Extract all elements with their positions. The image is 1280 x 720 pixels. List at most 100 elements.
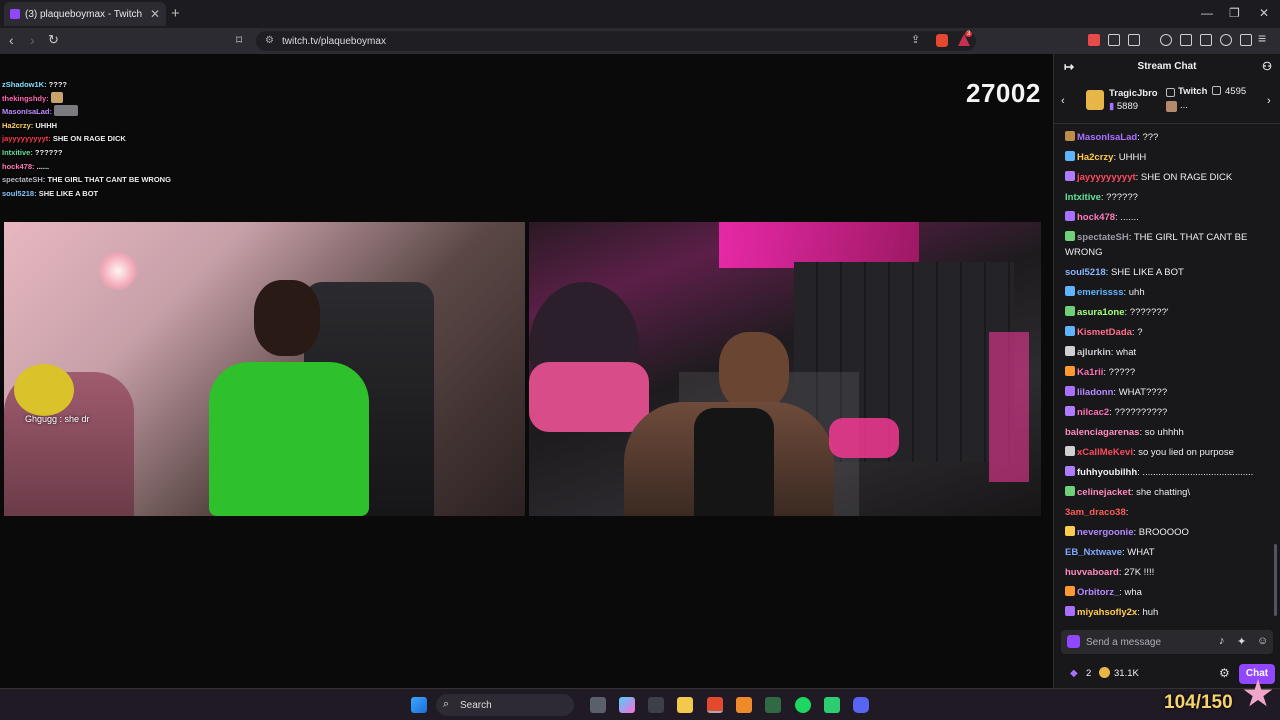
leaderboard-next-icon[interactable]: ›	[1267, 95, 1271, 107]
file-explorer-icon[interactable]	[677, 697, 693, 713]
chat-username[interactable]: EB_Nxtwave	[1065, 547, 1122, 558]
chat-username[interactable]: Orbitorz_	[1077, 587, 1119, 598]
chat-badge-icon[interactable]	[1065, 131, 1075, 141]
chat-message-text: : ?????	[1103, 367, 1136, 378]
start-icon[interactable]	[411, 697, 427, 713]
extension-puzzle-icon[interactable]	[1108, 34, 1120, 46]
chat-username[interactable]: jayyyyyyyyyt	[1077, 172, 1136, 183]
audio-playing-icon[interactable]	[1088, 34, 1100, 46]
chat-username[interactable]: nevergoonie	[1077, 527, 1134, 538]
sidebar-toggle-icon[interactable]	[1180, 34, 1192, 46]
bookmark-icon[interactable]: ⌑	[236, 32, 242, 48]
browser-tab[interactable]: (3) plaqueboymax - Twitch ✕	[4, 2, 166, 26]
magic-icon[interactable]: ✦	[1237, 635, 1246, 648]
new-tab-button[interactable]: +	[171, 5, 180, 22]
chat-username[interactable]: soul5218	[1065, 267, 1106, 278]
chat-message-text: : WHAT	[1122, 547, 1155, 558]
chat-username[interactable]: 3am_draco38	[1065, 507, 1126, 518]
chat-username[interactable]: KismetDada	[1077, 327, 1132, 338]
chat-identity-icon[interactable]	[1067, 635, 1080, 648]
app-icon[interactable]	[824, 697, 840, 713]
reload-icon[interactable]: ↻	[48, 32, 59, 48]
chat-badge-icon[interactable]	[1065, 231, 1075, 241]
chat-badge-icon[interactable]	[1065, 286, 1075, 296]
chat-badge-icon[interactable]	[1065, 446, 1075, 456]
vlc-icon[interactable]	[736, 697, 752, 713]
chat-username[interactable]: nilcac2	[1077, 407, 1109, 418]
gift-leader-name[interactable]: TragicJbro	[1109, 88, 1158, 99]
copilot-icon[interactable]	[619, 697, 635, 713]
emote-picker-icon[interactable]: ☺	[1257, 635, 1268, 647]
community-icon[interactable]: ⚇	[1262, 54, 1272, 80]
chat-username[interactable]: emerissss	[1077, 287, 1123, 298]
chat-badge-icon[interactable]	[1065, 211, 1075, 221]
chat-badge-icon[interactable]	[1065, 486, 1075, 496]
extension-screen-icon[interactable]	[1128, 34, 1140, 46]
discord-icon[interactable]	[853, 697, 869, 713]
chat-badge-icon[interactable]	[1065, 526, 1075, 536]
maximize-icon[interactable]: ❐	[1229, 6, 1240, 20]
viewer-count: 27002	[966, 78, 1041, 108]
second-leader-name[interactable]: Twitch	[1178, 86, 1207, 97]
chat-badge-icon[interactable]	[1065, 171, 1075, 181]
terminal-icon[interactable]	[765, 697, 781, 713]
chat-badge-icon[interactable]	[1065, 406, 1075, 416]
store-icon[interactable]	[648, 697, 664, 713]
forward-icon[interactable]: ›	[30, 32, 35, 48]
chat-username[interactable]: Intxitive	[1065, 192, 1101, 203]
chat-username[interactable]: hock478	[1077, 212, 1115, 223]
leaderboard-prev-icon[interactable]: ‹	[1061, 95, 1065, 107]
chat-username[interactable]: liladonn	[1077, 387, 1113, 398]
spotify-icon[interactable]	[795, 697, 811, 713]
chat-badge-icon[interactable]	[1065, 386, 1075, 396]
chat-username[interactable]: Ha2crzy	[1077, 152, 1113, 163]
bits-icon[interactable]: ◆	[1070, 668, 1078, 679]
leo-ai-icon[interactable]	[1220, 34, 1232, 46]
close-tab-icon[interactable]: ✕	[150, 7, 160, 21]
stream-video[interactable]: zShadow1K: ???? thekingshdy: MasonIsaLad…	[0, 54, 1053, 688]
media-control-icon[interactable]	[1160, 34, 1172, 46]
chat-badge-icon[interactable]	[1065, 151, 1075, 161]
chat-username[interactable]: miyahsofly2x	[1077, 607, 1137, 618]
collapse-chat-icon[interactable]: ↦	[1064, 54, 1074, 80]
chat-message: xCallMeKevi: so you lied on purpose	[1065, 445, 1270, 460]
chat-badge-icon[interactable]	[1065, 366, 1075, 376]
wallet-icon[interactable]	[1200, 34, 1212, 46]
chat-message: jayyyyyyyyyt: SHE ON RAGE DICK	[1065, 170, 1270, 185]
chat-scrollbar[interactable]	[1274, 544, 1277, 616]
minimize-icon[interactable]: —	[1201, 6, 1213, 20]
chat-username[interactable]: Ka1rii	[1077, 367, 1103, 378]
chat-username[interactable]: fuhhyoubilhh	[1077, 467, 1137, 478]
microphone-icon[interactable]: ♪	[1219, 635, 1225, 647]
vpn-shield-icon[interactable]	[1240, 34, 1252, 46]
channel-points-icon[interactable]	[1099, 667, 1110, 678]
chat-settings-icon[interactable]: ⚙	[1219, 666, 1230, 680]
chat-username[interactable]: asura1one	[1077, 307, 1125, 318]
chat-send-button[interactable]: Chat	[1239, 664, 1275, 684]
chat-input[interactable]: Send a message ♪ ✦ ☺	[1061, 630, 1273, 654]
chat-badge-icon[interactable]	[1065, 326, 1075, 336]
back-icon[interactable]: ‹	[9, 32, 14, 48]
chat-username[interactable]: MasonIsaLad	[1077, 132, 1137, 143]
task-view-icon[interactable]	[590, 697, 606, 713]
browser-menu-icon[interactable]: ≡	[1258, 30, 1266, 46]
chat-username[interactable]: balenciagarenas	[1065, 427, 1139, 438]
taskbar-search[interactable]: ⌕ Search	[436, 694, 574, 716]
chat-username[interactable]: huvvaboard	[1065, 567, 1119, 578]
chat-username[interactable]: ajlurkin	[1077, 347, 1111, 358]
chat-badge-icon[interactable]	[1065, 466, 1075, 476]
chat-message: emerissss: uhh	[1065, 285, 1270, 300]
brave-browser-icon[interactable]	[707, 697, 723, 713]
chat-username[interactable]: spectateSH	[1077, 232, 1129, 243]
close-window-icon[interactable]: ✕	[1259, 6, 1269, 20]
share-icon[interactable]: ⇪	[911, 32, 920, 48]
chat-username[interactable]: celinejacket	[1077, 487, 1131, 498]
address-bar[interactable]: ⚙ twitch.tv/plaqueboymax	[256, 31, 976, 51]
chat-badge-icon[interactable]	[1065, 306, 1075, 316]
chat-badge-icon[interactable]	[1065, 606, 1075, 616]
chat-badge-icon[interactable]	[1065, 346, 1075, 356]
brave-shields-icon[interactable]	[936, 34, 948, 47]
chat-badge-icon[interactable]	[1065, 586, 1075, 596]
chat-username[interactable]: xCallMeKevi	[1077, 447, 1133, 458]
site-settings-icon[interactable]: ⚙	[265, 35, 274, 46]
